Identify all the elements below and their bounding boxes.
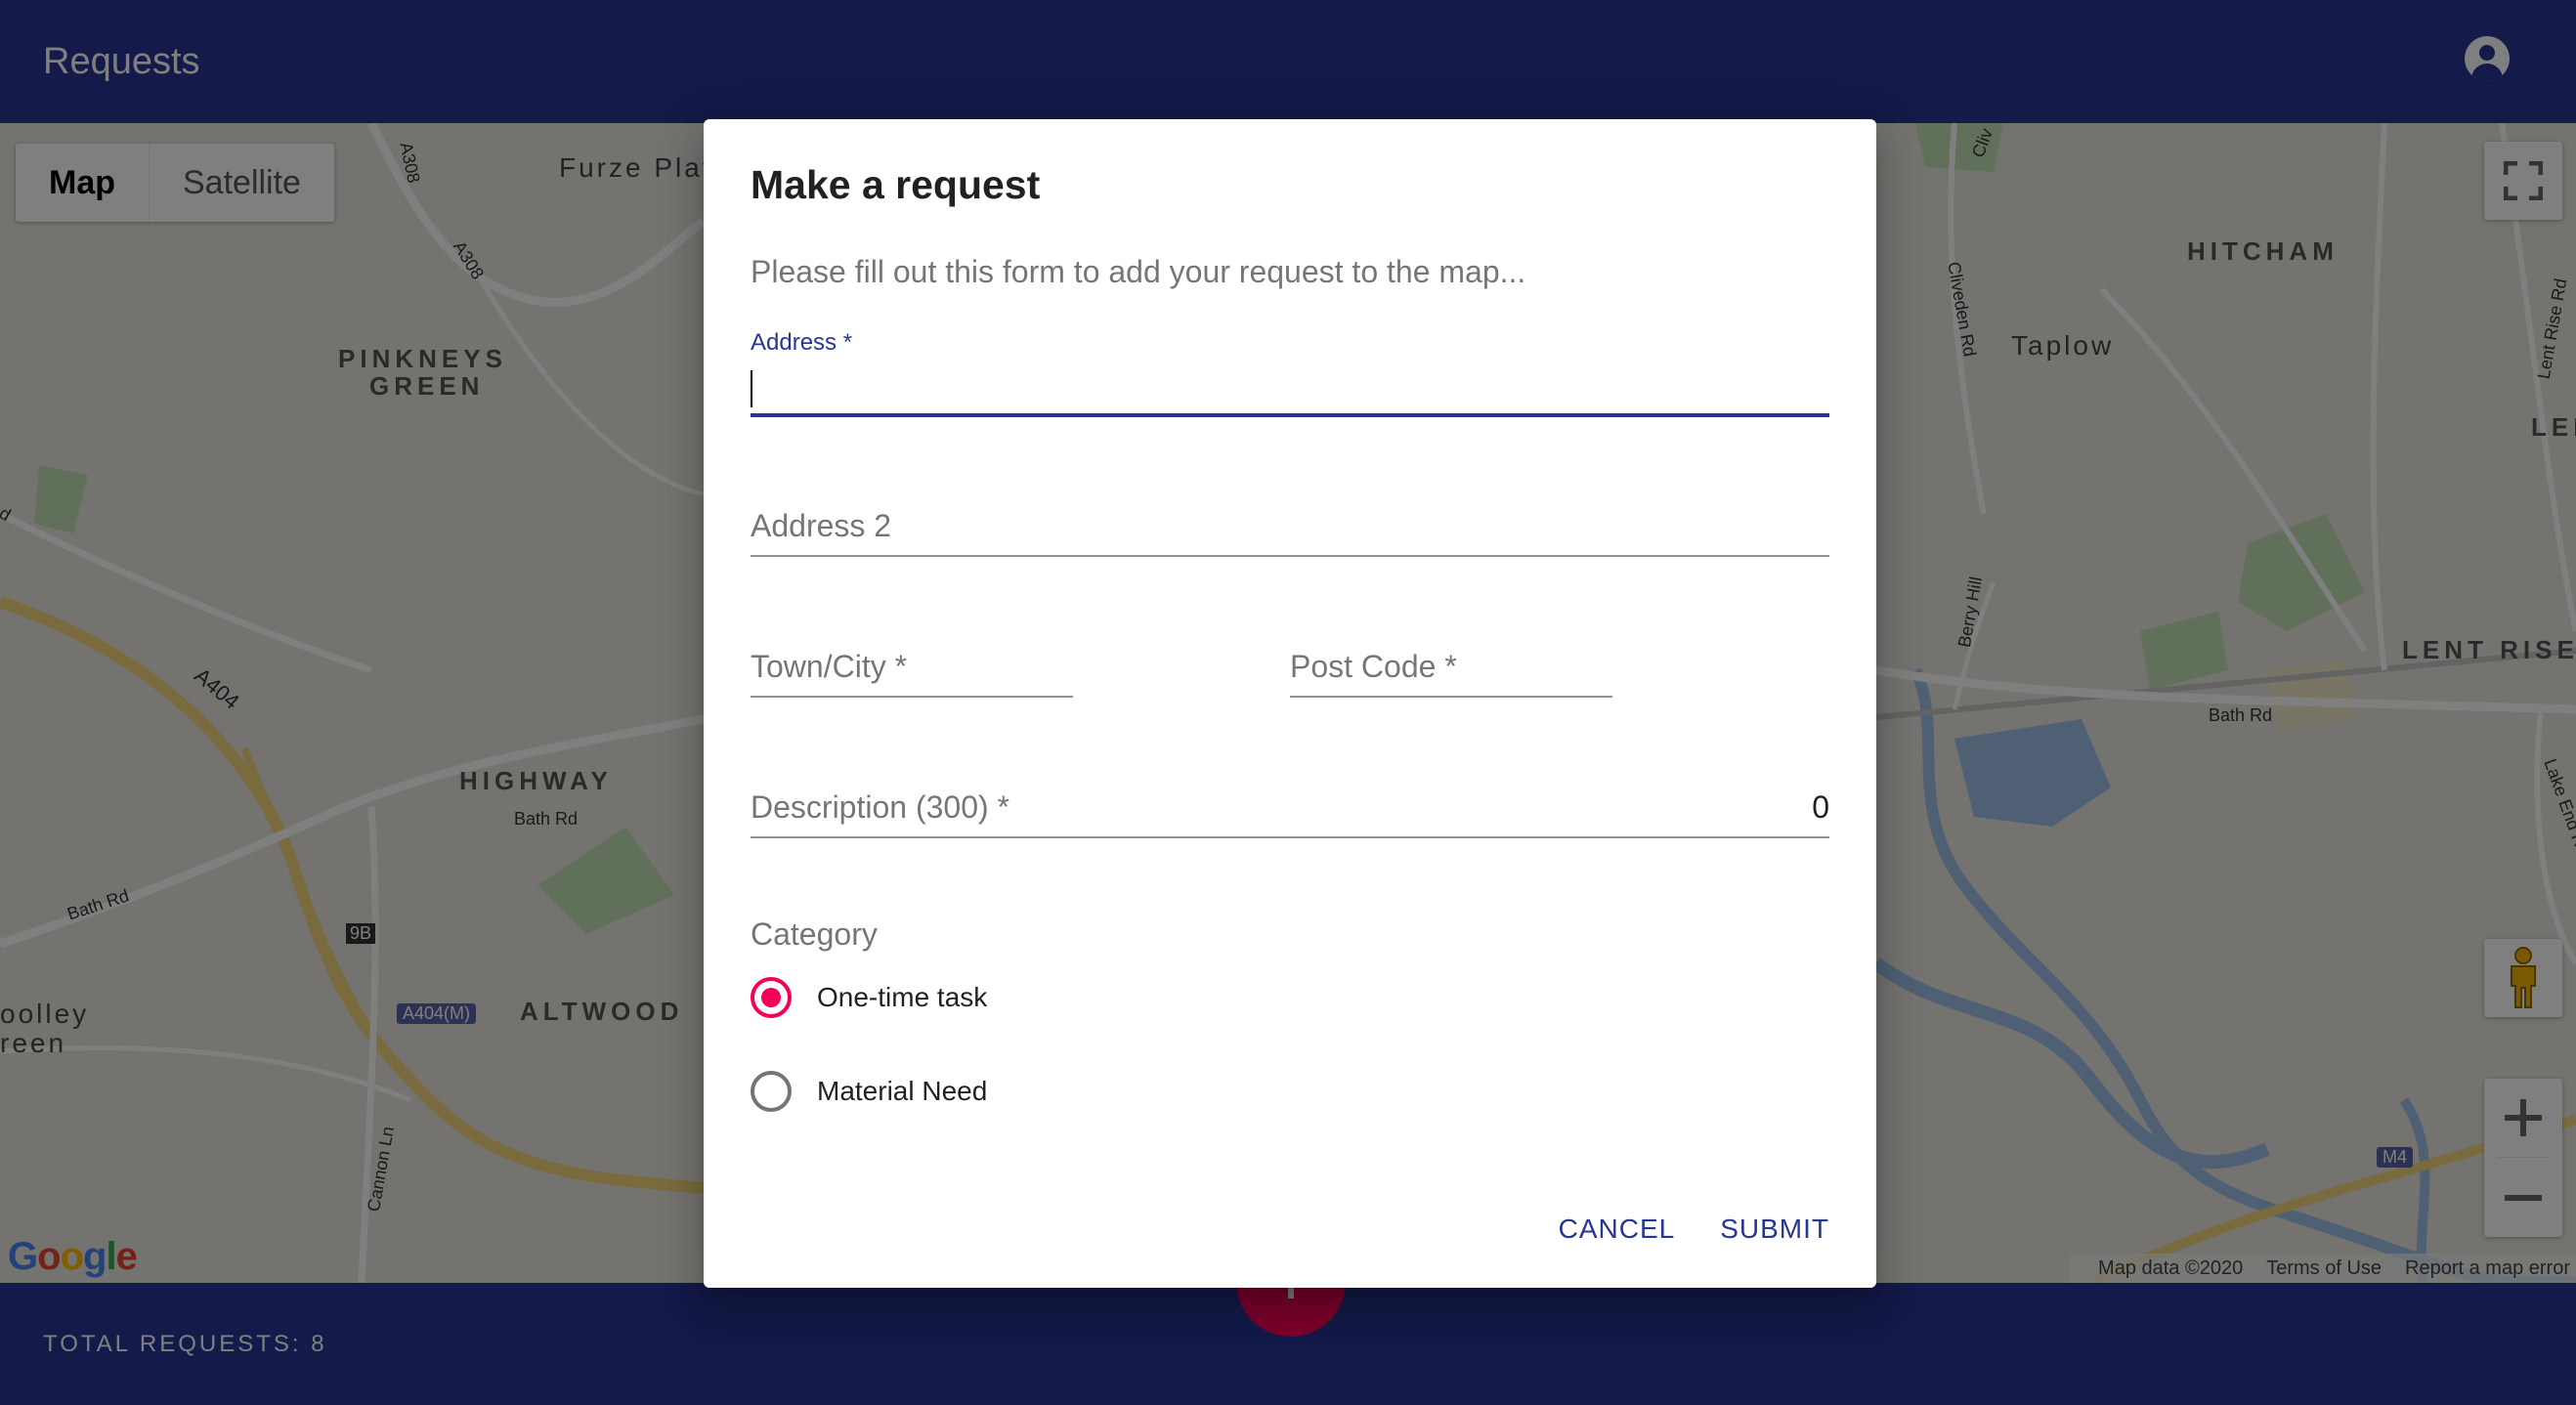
dialog-actions: CANCEL SUBMIT: [1529, 1204, 1845, 1255]
description-underline: [751, 836, 1829, 838]
description-char-counter: 0: [1812, 789, 1829, 825]
postcode-input[interactable]: [1290, 649, 1612, 696]
cancel-button[interactable]: CANCEL: [1543, 1204, 1692, 1255]
description-field: Description (300) * 0: [751, 789, 1829, 838]
submit-button[interactable]: SUBMIT: [1704, 1204, 1845, 1255]
town-underline: [751, 696, 1073, 698]
category-option-label: Material Need: [817, 1076, 988, 1106]
category-option-label: One-time task: [817, 982, 988, 1012]
address2-field: Address 2: [751, 508, 1829, 557]
address-underline: [751, 413, 1829, 417]
postcode-field: Post Code *: [1290, 649, 1612, 698]
address-input[interactable]: [751, 362, 1829, 411]
dialog-title: Make a request: [751, 162, 1041, 207]
description-input[interactable]: [751, 789, 1829, 836]
town-field: Town/City *: [751, 649, 1073, 698]
request-dialog: Make a request Please fill out this form…: [704, 119, 1876, 1288]
postcode-underline: [1290, 696, 1612, 698]
category-label: Category: [751, 916, 878, 952]
dialog-description: Please fill out this form to add your re…: [751, 254, 1526, 289]
address-field: Address *: [751, 329, 1829, 417]
radio-checked-icon[interactable]: [751, 977, 792, 1018]
address2-input[interactable]: [751, 508, 1829, 555]
address-label: Address *: [751, 329, 853, 356]
town-input[interactable]: [751, 649, 1073, 696]
address2-underline: [751, 555, 1829, 557]
radio-unchecked-icon[interactable]: [751, 1071, 792, 1112]
text-caret: [751, 370, 752, 407]
category-option-one-time-task[interactable]: One-time task: [751, 977, 987, 1018]
category-option-material-need[interactable]: Material Need: [751, 1071, 987, 1112]
